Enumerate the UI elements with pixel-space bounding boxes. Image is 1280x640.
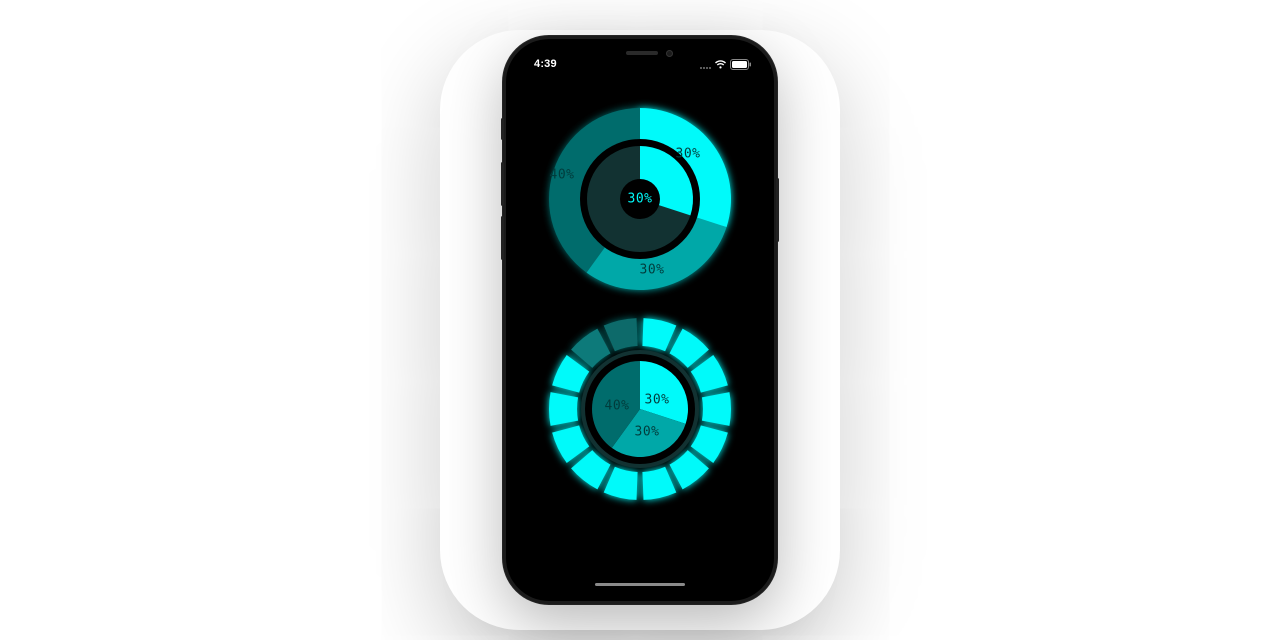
volume-down-button [501,216,504,260]
battery-icon [730,58,751,70]
ring-segment [603,466,638,500]
ring-segment [552,425,590,463]
cellular-signal-icon [700,59,711,69]
outer-slice-label: 30% [640,263,665,278]
pie-slice-label: 30% [635,425,660,440]
pie-slice-label: 30% [645,393,670,408]
ring-segment [690,355,728,393]
ring-segment [642,466,677,500]
segmented-ring-chart: 30% 30% 40% [549,318,731,500]
center-value-label: 30% [628,192,653,207]
ring-segment [549,392,579,426]
home-indicator [595,583,685,586]
concentric-ring-chart: 30% 30% 40% 30% [549,108,731,290]
power-button [776,178,779,242]
wifi-icon [715,59,726,68]
ring-segment [552,355,590,393]
mute-switch [501,118,504,140]
outer-slice-label: 30% [676,147,701,162]
phone-screen: 4:39 30% 30% 40% 30% 30% 30% 40% [506,39,774,601]
outer-slice-label: 40% [550,168,575,183]
status-icons [700,58,752,70]
ring-segment [603,318,638,352]
ring-segment [642,318,677,352]
volume-up-button [501,162,504,206]
speaker-grille [626,51,658,55]
status-time: 4:39 [534,58,557,70]
ring-segment [701,392,731,426]
front-camera [666,50,673,57]
ring-segment [690,425,728,463]
pie-slice-label: 40% [605,399,630,414]
